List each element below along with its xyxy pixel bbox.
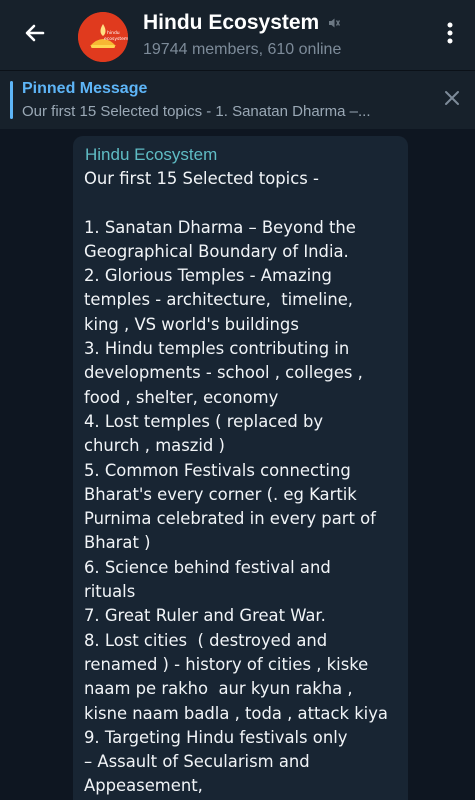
message-line: 6. Science behind festival and	[84, 557, 331, 577]
message-line: kisne naam badla , toda , attack kiya	[84, 703, 388, 723]
message-text: Our first 15 Selected topics - 1. Sanatan…	[84, 167, 402, 799]
pinned-preview: Our first 15 Selected topics - 1. Sanata…	[22, 103, 371, 120]
back-button[interactable]	[18, 18, 52, 52]
message-line: 8. Lost cities ( destroyed and	[84, 630, 328, 650]
chat-title: Hindu Ecosystem	[143, 11, 320, 34]
telegram-chat-screen: hindu ecosystem Hindu Ecosystem 19744 me…	[0, 0, 475, 800]
message-line: renamed ) - history of cities , kiske	[84, 654, 369, 674]
message-line: Geographical Boundary of India.	[84, 241, 349, 261]
message-line: Bharat )	[84, 533, 151, 553]
message-line: 4. Lost temples ( replaced by	[84, 411, 324, 431]
message-line: 5. Common Festivals connecting	[84, 460, 351, 480]
message-line: 9. Targeting Hindu festivals only	[84, 727, 348, 747]
close-icon	[444, 90, 460, 110]
message-line: 7. Great Ruler and Great War.	[84, 606, 326, 626]
chat-subtitle: 19744 members, 610 online	[143, 41, 342, 58]
chat-title-block[interactable]: Hindu Ecosystem 19744 members, 610 onlin…	[143, 10, 413, 61]
message-sender[interactable]: Hindu Ecosystem	[85, 144, 217, 166]
message-line: – Assault of Secularism and	[84, 752, 310, 772]
pinned-indicator	[10, 81, 13, 119]
message-line: 2. Glorious Temples - Amazing	[84, 266, 332, 286]
message-line: king , VS world's buildings	[84, 314, 299, 334]
message-line: Purnima celebrated in every part of	[84, 509, 376, 529]
message-line: naam pe rakho aur kyun rakha ,	[84, 679, 353, 699]
message-line: Our first 15 Selected topics -	[84, 169, 319, 188]
message-line: Appeasement,	[84, 776, 203, 796]
close-pinned-button[interactable]	[441, 89, 463, 111]
svg-text:hindu: hindu	[107, 30, 120, 36]
message-line: church , maszid )	[84, 436, 225, 456]
arrow-left-icon	[23, 21, 47, 49]
muted-speaker-icon	[327, 16, 341, 30]
svg-text:ecosystem: ecosystem	[104, 36, 128, 42]
chat-header: hindu ecosystem Hindu Ecosystem 19744 me…	[0, 0, 475, 70]
message-line: rituals	[84, 582, 136, 602]
more-options-button[interactable]	[435, 18, 465, 52]
pinned-label: Pinned Message	[22, 80, 148, 97]
vertical-dots-icon	[447, 22, 453, 48]
pinned-message-bar[interactable]: Pinned Message Our first 15 Selected top…	[0, 70, 475, 129]
message-line: temples - architecture, timeline,	[84, 290, 354, 310]
message-line: food , shelter, economy	[84, 387, 279, 407]
message-line: 1. Sanatan Dharma – Beyond the	[84, 217, 356, 237]
message-bubble[interactable]: Hindu Ecosystem Our first 15 Selected to…	[73, 136, 408, 800]
channel-logo: hindu ecosystem	[78, 12, 128, 62]
message-line: 3. Hindu temples contributing in	[84, 339, 350, 359]
message-line: Bharat's every corner (. eg Kartik	[84, 484, 357, 504]
message-line: developments - school , colleges ,	[84, 363, 363, 383]
message-line	[84, 191, 402, 215]
avatar[interactable]: hindu ecosystem	[78, 12, 128, 62]
